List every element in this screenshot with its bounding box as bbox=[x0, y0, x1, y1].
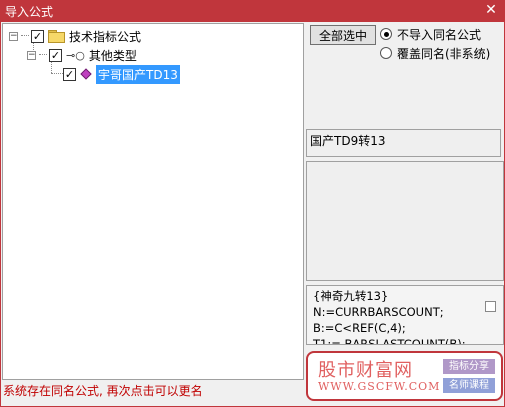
watermark-tag: 指标分享 bbox=[443, 359, 495, 374]
radio-label: 不导入同名公式 bbox=[397, 27, 482, 42]
watermark-title: 股市财富网 bbox=[318, 360, 413, 381]
status-message: 系统存在同名公式, 再次点击可以更名 bbox=[3, 384, 203, 398]
dialog-body: − ✓ 技术指标公式 − ✓ ⊸○ 其他类型 ✓ 宇哥国产TD13 全部选中 不… bbox=[0, 22, 505, 407]
radio-button[interactable] bbox=[380, 47, 392, 59]
code-line: N:=CURRBARSCOUNT; bbox=[313, 305, 444, 319]
code-checkbox[interactable] bbox=[485, 301, 496, 312]
watermark-url: WWW.GSCFW.COM bbox=[318, 380, 441, 393]
tree-node-label: 技术指标公式 bbox=[69, 29, 142, 44]
collapse-icon[interactable]: − bbox=[9, 31, 18, 41]
title-bar: 导入公式 ✕ bbox=[0, 0, 505, 22]
code-line: {神奇九转13} bbox=[313, 289, 389, 303]
formula-diamond-icon bbox=[80, 68, 92, 80]
radio-skip-duplicates[interactable]: 不导入同名公式 bbox=[380, 26, 481, 42]
formula-tree[interactable]: − ✓ 技术指标公式 − ✓ ⊸○ 其他类型 ✓ 宇哥国产TD13 bbox=[2, 23, 304, 380]
item-checkbox[interactable]: ✓ bbox=[63, 67, 76, 81]
formula-name-text: 国产TD9转13 bbox=[310, 134, 386, 148]
tree-node-label-selected[interactable]: 宇哥国产TD13 bbox=[96, 64, 180, 84]
tree-node-item[interactable]: ✓ 宇哥国产TD13 bbox=[63, 64, 180, 84]
code-line: T1:= BARSLASTCOUNT(B); bbox=[313, 337, 466, 345]
folder-icon bbox=[48, 30, 65, 43]
collapse-icon[interactable]: − bbox=[27, 50, 36, 60]
close-icon[interactable]: ✕ bbox=[483, 2, 499, 18]
tree-node-group[interactable]: − ✓ ⊸○ 其他类型 bbox=[27, 46, 137, 64]
radio-button[interactable] bbox=[380, 28, 392, 40]
watermark-tag: 名师课程 bbox=[443, 378, 495, 393]
watermark-logo: 股市财富网 WWW.GSCFW.COM 指标分享 名师课程 bbox=[306, 351, 503, 401]
tree-node-root[interactable]: − ✓ 技术指标公式 bbox=[9, 27, 141, 45]
select-all-button[interactable]: 全部选中 bbox=[310, 25, 376, 45]
code-line: B:=C<REF(C,4); bbox=[313, 321, 406, 335]
root-checkbox[interactable]: ✓ bbox=[31, 29, 44, 43]
tree-node-label: 其他类型 bbox=[88, 48, 137, 63]
formula-description-area[interactable] bbox=[306, 161, 504, 281]
radio-label: 覆盖同名(非系统) bbox=[397, 46, 491, 61]
formula-code-area[interactable]: {神奇九转13} N:=CURRBARSCOUNT; B:=C<REF(C,4)… bbox=[306, 285, 504, 345]
group-checkbox[interactable]: ✓ bbox=[49, 48, 62, 62]
key-icon: ⊸○ bbox=[66, 48, 85, 62]
radio-overwrite-duplicates[interactable]: 覆盖同名(非系统) bbox=[380, 45, 490, 61]
window-title: 导入公式 bbox=[5, 4, 54, 19]
formula-name-field[interactable]: 国产TD9转13 bbox=[306, 129, 501, 157]
